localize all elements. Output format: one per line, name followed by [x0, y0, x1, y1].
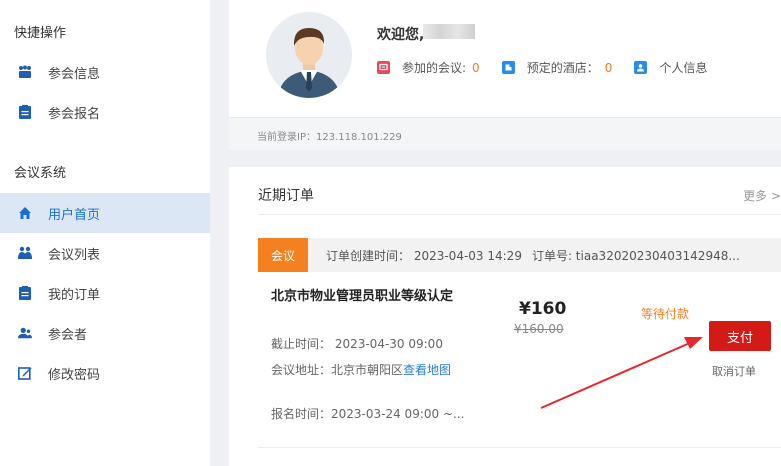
divider	[258, 447, 781, 448]
clipboard-icon	[18, 286, 32, 300]
stat-label: 预定的酒店：	[526, 61, 599, 75]
stat-hotels[interactable]: 预定的酒店： 0	[501, 59, 613, 76]
avatar	[266, 12, 352, 98]
quick-actions-title: 快捷操作	[14, 26, 67, 41]
attendees-icon	[18, 65, 32, 79]
meeting-system-title: 会议系统	[14, 166, 67, 181]
stat-personal-info[interactable]: 个人信息	[634, 59, 707, 76]
view-map-link[interactable]: 查看地图	[403, 363, 451, 377]
clipboard-icon	[18, 105, 32, 119]
sidebar-item-my-orders[interactable]: 我的订单	[0, 273, 210, 313]
username-blurred	[423, 24, 475, 39]
pay-button[interactable]: 支付	[709, 321, 771, 351]
stat-meetings[interactable]: 参加的会议: 0	[377, 59, 480, 76]
login-ip-bar: 当前登录IP：123.118.101.229	[229, 117, 781, 150]
order-meeting-name[interactable]: 北京市物业管理员职业等级认定	[271, 288, 471, 306]
sidebar: 快捷操作 参会信息 参会报名 会议系统 用户首页 会议列表 我的订单 参会者 修…	[0, 0, 210, 466]
cancel-order-link[interactable]: 取消订单	[712, 363, 756, 379]
order-address: 会议地址：北京市朝阳区查看地图	[271, 361, 471, 379]
sidebar-item-label: 参会信息	[48, 66, 101, 82]
sidebar-item-label: 会议列表	[48, 247, 101, 263]
sidebar-item-label: 参会报名	[48, 106, 101, 122]
person-icon	[634, 61, 648, 74]
order-number: 订单号: tiaa32020230403142948...	[531, 248, 740, 263]
order-created-time: 订单创建时间： 2023-04-03 14:29	[326, 248, 522, 263]
stat-label: 个人信息	[659, 61, 708, 75]
edit-icon	[18, 366, 32, 380]
sidebar-item-meeting-list[interactable]: 会议列表	[0, 233, 210, 273]
login-ip-text: 当前登录IP：123.118.101.229	[257, 132, 402, 143]
stat-label: 参加的会议:	[402, 61, 467, 75]
sidebar-item-label: 修改密码	[48, 367, 101, 383]
sidebar-item-change-password[interactable]: 修改密码	[0, 353, 210, 393]
order-signup-time: 报名时间：2023-03-24 09:00 ~...	[271, 407, 465, 421]
order-deadline: 截止时间： 2023-04-30 09:00	[271, 337, 443, 351]
recent-orders-panel: 近期订单 更多 > 会议 订单创建时间： 2023-04-03 14:29 订单…	[229, 167, 781, 466]
order-address-label: 会议地址：北京市朝阳区	[271, 363, 404, 377]
order-status: 等待付款	[641, 307, 690, 321]
more-link[interactable]: 更多 >	[743, 187, 781, 204]
meeting-icon	[377, 61, 390, 74]
sidebar-item-label: 参会者	[48, 327, 88, 343]
stat-value: 0	[604, 60, 613, 75]
divider	[258, 214, 781, 215]
sidebar-item-user-home[interactable]: 用户首页	[0, 193, 210, 233]
sidebar-item-attendee-info[interactable]: 参会信息	[0, 52, 210, 92]
welcome-text: 欢迎您,	[377, 27, 425, 43]
order-price: ¥160	[519, 299, 567, 319]
sidebar-item-attendees[interactable]: 参会者	[0, 313, 210, 353]
users-icon	[18, 326, 32, 340]
profile-panel: 欢迎您, 参加的会议: 0 预定的酒店： 0 个人信息	[229, 0, 781, 117]
home-icon	[18, 206, 32, 220]
group-icon	[18, 246, 32, 260]
stat-value: 0	[472, 60, 480, 75]
order-type-tag: 会议	[258, 238, 308, 272]
profile-stats: 参加的会议: 0 预定的酒店： 0 个人信息	[377, 59, 729, 76]
order-header: 会议 订单创建时间： 2023-04-03 14:29 订单号: tiaa320…	[258, 238, 781, 272]
order-original-price: ¥160.00	[514, 322, 564, 336]
hotel-icon	[501, 61, 515, 74]
recent-orders-title: 近期订单	[258, 188, 314, 204]
sidebar-item-label: 用户首页	[48, 207, 101, 223]
sidebar-item-registration[interactable]: 参会报名	[0, 92, 210, 132]
sidebar-item-label: 我的订单	[48, 287, 101, 303]
